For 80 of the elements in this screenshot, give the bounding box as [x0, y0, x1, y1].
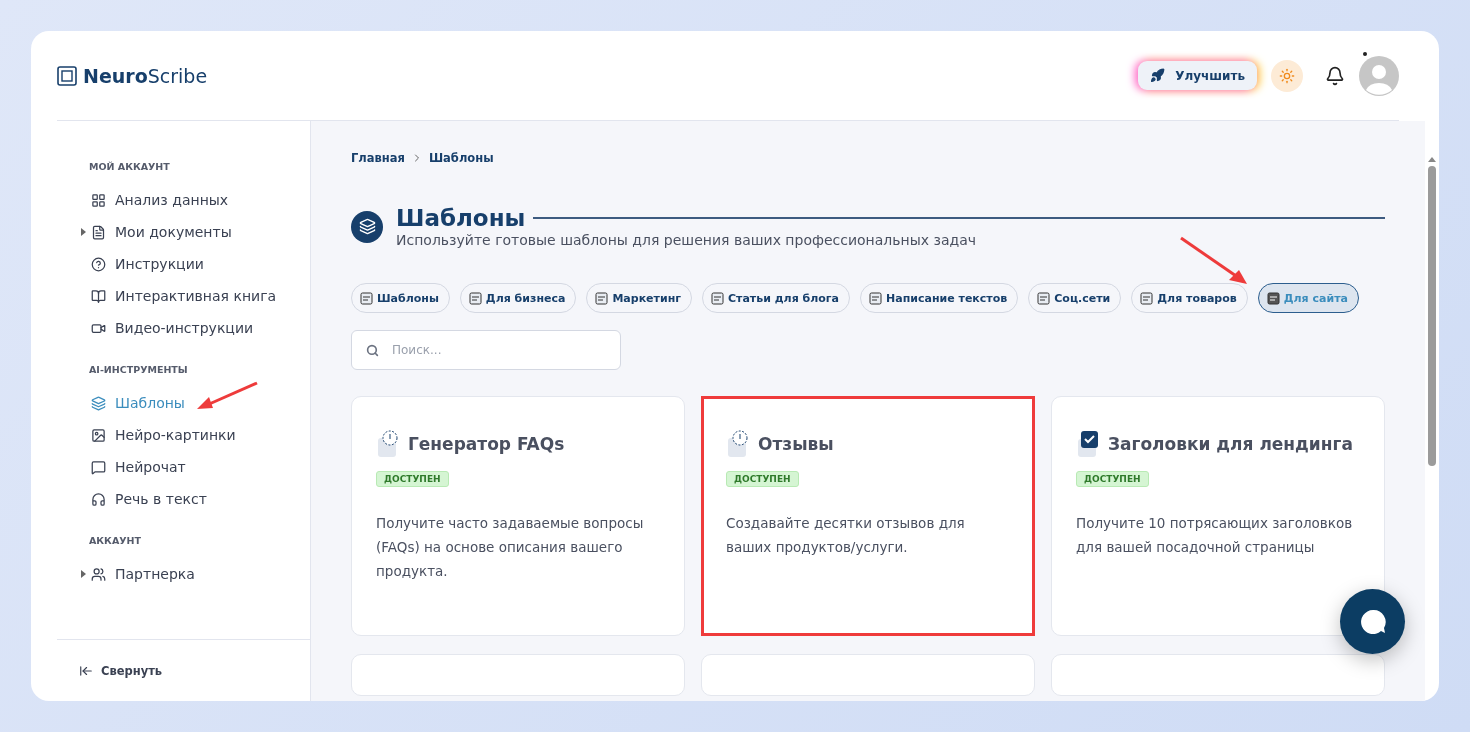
sidebar-item[interactable]: Партнерка [85, 558, 310, 590]
sidebar-item[interactable]: Нейрочат [85, 451, 310, 483]
template-description: Получите часто задаваемые вопросы (FAQs) на основе описания вашего продукта. [376, 514, 645, 581]
category-chip[interactable]: Написание текстов [860, 283, 1019, 313]
annotation-arrow [1179, 236, 1249, 286]
category-chip[interactable]: Для товаров [1131, 283, 1248, 313]
category-icon [1266, 291, 1280, 305]
sidebar-item[interactable]: Мои документы [85, 216, 310, 248]
collapse-icon [79, 663, 93, 678]
template-title: Генератор FAQs [408, 434, 565, 454]
layers-icon [91, 395, 106, 411]
sidebar-item[interactable]: Инструкции [85, 248, 310, 280]
category-chip[interactable]: Шаблоны [351, 283, 450, 313]
layers-icon [351, 210, 383, 243]
category-icon [468, 291, 482, 305]
page-title: Шаблоны [396, 205, 526, 231]
grid-icon [91, 192, 106, 208]
status-badge: ДОСТУПЕН [376, 471, 449, 487]
category-icon [360, 291, 373, 305]
clock-icon [726, 429, 750, 459]
category-chip[interactable]: Маркетинг [586, 283, 692, 313]
upgrade-button[interactable]: Улучшить [1138, 61, 1257, 90]
file-icon [91, 224, 106, 240]
page-subtitle: Используйте готовые шаблоны для решения ваших профессиональных задач [396, 232, 978, 248]
avatar[interactable] [1359, 55, 1399, 96]
search-field[interactable]: Поиск... [351, 330, 621, 370]
sun-icon [1279, 67, 1295, 84]
template-card[interactable]: Генератор FAQs ДОСТУПЕН Получите часто задаваемые вопросы (FAQs) на основе описания вашего продукта. [351, 396, 685, 636]
sidebar-item[interactable]: Речь в текст [85, 483, 310, 515]
image-icon [91, 427, 106, 443]
template-card[interactable] [701, 654, 1035, 696]
annotation-arrow [197, 381, 259, 411]
sidebar-item[interactable]: Анализ данных [85, 184, 310, 216]
category-chip[interactable]: Статьи для блога [702, 283, 851, 313]
category-icon [869, 291, 883, 305]
logo-icon [57, 65, 77, 86]
checkbox-icon [1076, 429, 1100, 459]
category-chip[interactable]: Соц.сети [1028, 283, 1122, 313]
scrollbar-thumb[interactable] [1428, 166, 1436, 466]
brand-logo[interactable]: NeuroScribe [57, 64, 208, 87]
sidebar-section-title: АККАУНТ [89, 535, 142, 546]
category-icon [711, 291, 724, 305]
book-icon [91, 288, 106, 304]
caret-icon [81, 570, 86, 578]
chat-icon [91, 459, 106, 475]
sidebar-item[interactable]: Интерактивная книга [85, 280, 310, 312]
breadcrumb-current[interactable]: Шаблоны [428, 151, 494, 165]
clock-icon [376, 429, 400, 459]
sidebar-section-title: МОЙ АККАУНТ [89, 161, 171, 172]
theme-toggle-button[interactable] [1271, 59, 1303, 92]
chat-bubble-icon [1359, 608, 1386, 635]
template-title: Заголовки для лендинга [1108, 434, 1353, 454]
caret-icon [81, 228, 86, 236]
notification-icon[interactable] [1325, 65, 1345, 86]
sidebar-item[interactable]: Видео-инструкции [85, 312, 310, 344]
sidebar-item[interactable]: Шаблоны [85, 387, 310, 419]
users-icon [91, 566, 106, 582]
template-title: Отзывы [758, 434, 834, 454]
sidebar-section-title: AI-ИНСТРУМЕНТЫ [89, 364, 189, 375]
category-icon [1037, 291, 1051, 305]
rocket-icon [1150, 68, 1166, 83]
category-icon [595, 291, 609, 305]
template-description: Получите 10 потрясающих заголовков для вашей посадочной страницы [1076, 514, 1354, 557]
category-chip[interactable]: Для бизнеса [459, 283, 577, 313]
brand-name: NeuroScribe [83, 64, 208, 87]
headphones-icon [91, 491, 106, 507]
template-card[interactable] [351, 654, 685, 696]
collapse-button[interactable]: Свернуть [57, 639, 310, 701]
help-icon [91, 256, 106, 272]
status-badge: ДОСТУПЕН [1076, 471, 1149, 487]
scroll-up-icon [1428, 157, 1436, 162]
sidebar-item[interactable]: Нейро-картинки [85, 419, 310, 451]
template-card[interactable]: Отзывы ДОСТУПЕН Создавайте десятки отзывов для ваших продуктов/услуги. [701, 396, 1035, 636]
template-card[interactable]: Заголовки для лендинга ДОСТУПЕН Получите 10 потрясающих заголовков для вашей посадочной страницы [1051, 396, 1385, 636]
template-description: Создавайте десятки отзывов для ваших продуктов/услуги. [726, 514, 966, 557]
category-icon [1140, 291, 1154, 305]
status-badge: ДОСТУПЕН [726, 471, 799, 487]
chat-button[interactable] [1340, 589, 1405, 654]
breadcrumb-link[interactable]: Главная [351, 151, 405, 165]
search-icon [366, 344, 379, 357]
